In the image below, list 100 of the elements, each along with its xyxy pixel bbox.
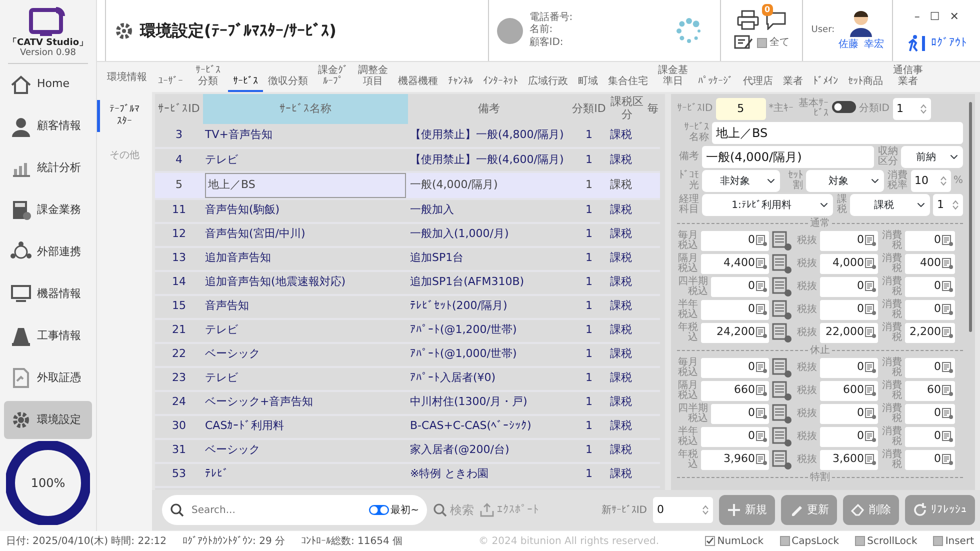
calculator-icon[interactable] bbox=[756, 235, 767, 246]
dropdown[interactable]: 前納 bbox=[901, 146, 963, 168]
calculator-icon[interactable] bbox=[942, 235, 953, 246]
calculator-icon[interactable] bbox=[756, 281, 767, 292]
amount-field[interactable]: 0 bbox=[905, 300, 955, 320]
tab[interactable]: ﾁｬﾝﾈﾙ bbox=[443, 74, 478, 92]
calculator-icon[interactable] bbox=[865, 362, 876, 373]
tab[interactable]: 調整金項目 bbox=[353, 63, 393, 92]
amount-field[interactable]: 0 bbox=[701, 358, 769, 378]
toggle-switch[interactable] bbox=[368, 505, 389, 515]
tab[interactable]: 業者 bbox=[778, 74, 808, 92]
tab[interactable]: ｾｯﾄ商品 bbox=[843, 74, 888, 92]
tab[interactable]: ﾊﾟｯｹｰｼﾞ bbox=[693, 74, 738, 92]
sidebar-item[interactable]: 工事情報 bbox=[4, 317, 92, 356]
amount-field[interactable]: 3,600 bbox=[820, 450, 878, 470]
amount-field[interactable]: 0 bbox=[905, 404, 955, 424]
amount-field[interactable]: 22,000 bbox=[820, 322, 878, 342]
calculator-icon[interactable] bbox=[756, 258, 767, 269]
calculator-icon[interactable] bbox=[772, 322, 792, 342]
calculator-icon[interactable] bbox=[772, 426, 792, 446]
calculator-icon[interactable] bbox=[865, 408, 876, 419]
tab[interactable]: 徴収分類 bbox=[263, 74, 313, 92]
calculator-icon[interactable] bbox=[756, 304, 767, 315]
amount-field[interactable]: 4,400 bbox=[701, 254, 769, 274]
tab[interactable]: 集合住宅 bbox=[603, 74, 653, 92]
sidebar-item[interactable]: 顧客情報 bbox=[4, 108, 92, 146]
dropdown[interactable]: 対象 bbox=[806, 170, 884, 192]
amount-field[interactable]: 0 bbox=[905, 450, 955, 470]
amount-field[interactable]: 600 bbox=[820, 380, 878, 400]
calculator-icon[interactable] bbox=[756, 362, 767, 373]
tab[interactable]: 通信事業者 bbox=[888, 63, 928, 92]
amount-field[interactable]: 0 bbox=[701, 230, 769, 250]
search-input[interactable]: Search... bbox=[190, 502, 360, 518]
calculator-icon[interactable] bbox=[865, 281, 876, 292]
printer-icon[interactable] bbox=[737, 10, 759, 30]
tab[interactable]: 代理店 bbox=[738, 74, 778, 92]
edit-icon[interactable] bbox=[734, 34, 754, 52]
window-control[interactable]: ☐ bbox=[924, 9, 945, 26]
calculator-icon[interactable] bbox=[772, 276, 792, 296]
amount-field[interactable]: 24,200 bbox=[701, 322, 769, 342]
logout-button[interactable]: ﾛｸﾞｱｳﾄ bbox=[901, 34, 972, 52]
calculator-icon[interactable] bbox=[865, 385, 876, 396]
dropdown[interactable]: 非対象 bbox=[702, 170, 780, 192]
calculator-icon[interactable] bbox=[772, 404, 792, 424]
column-header[interactable]: ｻｰﾋﾞｽID bbox=[155, 94, 203, 124]
id-field[interactable]: 5 bbox=[716, 98, 766, 120]
calculator-icon[interactable] bbox=[942, 408, 953, 419]
number-field[interactable]: 1 bbox=[892, 98, 930, 120]
calculator-icon[interactable] bbox=[772, 254, 792, 274]
calculator-icon[interactable] bbox=[756, 408, 767, 419]
text-field[interactable]: 一般(4,000/隔月) bbox=[702, 146, 874, 168]
sidebar-item[interactable]: Home bbox=[4, 66, 92, 104]
calculator-icon[interactable] bbox=[942, 362, 953, 373]
tab[interactable]: ｻｰﾋﾞｽ分類 bbox=[188, 63, 228, 92]
calculator-icon[interactable] bbox=[865, 454, 876, 465]
dropdown[interactable]: 課税 bbox=[850, 194, 930, 216]
calculator-icon[interactable] bbox=[772, 230, 792, 250]
dropdown[interactable]: 1:ﾃﾚﾋﾞ利用料 bbox=[702, 194, 833, 216]
amount-field[interactable]: 0 bbox=[905, 276, 955, 296]
calculator-icon[interactable] bbox=[942, 258, 953, 269]
sidebar-item[interactable]: 外部連携 bbox=[4, 233, 92, 272]
amount-field[interactable]: 400 bbox=[905, 254, 955, 274]
number-field[interactable]: 1 bbox=[933, 194, 963, 216]
calculator-icon[interactable] bbox=[865, 304, 876, 315]
number-field[interactable]: 0 bbox=[653, 497, 713, 523]
sidebar-item[interactable]: 環境設定 bbox=[4, 401, 92, 439]
calculator-icon[interactable] bbox=[942, 304, 953, 315]
amount-field[interactable]: 0 bbox=[820, 426, 878, 446]
tab[interactable]: 課金ｸﾞﾙｰﾌﾟ bbox=[313, 63, 353, 92]
calculator-icon[interactable] bbox=[942, 385, 953, 396]
amount-field[interactable]: 0 bbox=[820, 276, 878, 296]
cell-editor[interactable]: 地上／BS bbox=[205, 173, 406, 198]
calculator-icon[interactable] bbox=[942, 431, 953, 442]
calculator-icon[interactable] bbox=[772, 358, 792, 378]
calculator-icon[interactable] bbox=[772, 300, 792, 320]
calculator-icon[interactable] bbox=[756, 327, 767, 338]
tab[interactable]: ｲﾝﾀｰﾈｯﾄ bbox=[478, 74, 523, 92]
toggle-switch[interactable] bbox=[832, 100, 856, 113]
amount-field[interactable]: 660 bbox=[701, 380, 769, 400]
amount-field[interactable]: 0 bbox=[820, 230, 878, 250]
amount-field[interactable]: 0 bbox=[905, 358, 955, 378]
amount-field[interactable]: 60 bbox=[905, 380, 955, 400]
amount-field[interactable]: 0 bbox=[711, 276, 769, 296]
calculator-icon[interactable] bbox=[772, 450, 792, 470]
calculator-icon[interactable] bbox=[772, 380, 792, 400]
tab[interactable]: 町域 bbox=[573, 74, 603, 92]
calculator-icon[interactable] bbox=[865, 258, 876, 269]
calculator-icon[interactable] bbox=[756, 431, 767, 442]
amount-field[interactable]: 0 bbox=[820, 300, 878, 320]
amount-field[interactable]: 3,960 bbox=[701, 450, 769, 470]
tab[interactable]: ﾄﾞﾒｲﾝ bbox=[808, 74, 843, 92]
amount-field[interactable]: 0 bbox=[820, 358, 878, 378]
side-tab[interactable]: ﾃｰﾌﾞﾙﾏｽﾀｰ bbox=[97, 100, 149, 132]
calculator-icon[interactable] bbox=[756, 385, 767, 396]
tab[interactable]: ﾕｰｻﾞｰ bbox=[153, 74, 188, 92]
sidebar-item[interactable]: 統計分析 bbox=[4, 150, 92, 188]
text-field[interactable]: 地上／BS bbox=[712, 122, 963, 144]
calculator-icon[interactable] bbox=[942, 327, 953, 338]
search-field[interactable]: Search... 最初~ bbox=[162, 495, 427, 525]
sidebar-item[interactable]: 外取証憑 bbox=[4, 359, 92, 398]
